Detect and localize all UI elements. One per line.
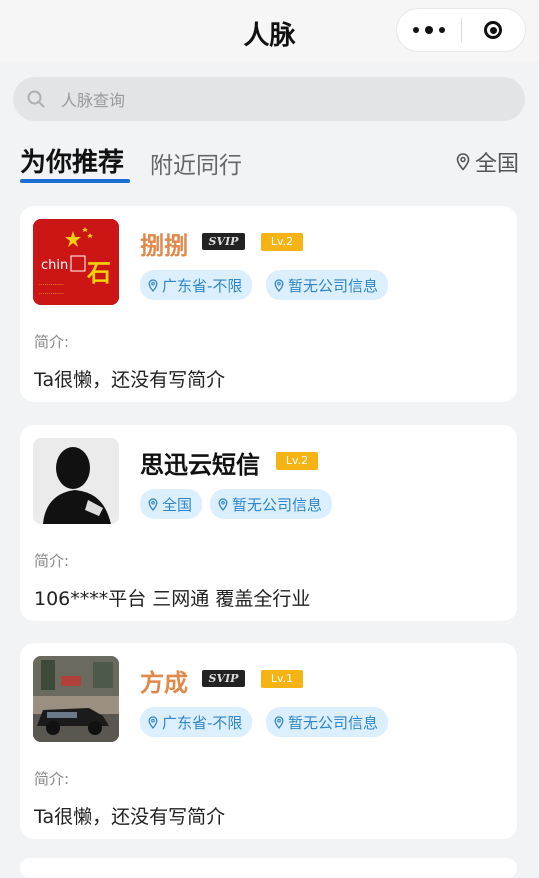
tag-label: 全国: [162, 495, 193, 514]
search-placeholder: 人脉查询: [61, 91, 126, 110]
company-tag: 暂无公司信息: [266, 270, 389, 300]
region-tag: 广东省-不限: [140, 270, 253, 300]
region-tag: 全国: [140, 489, 203, 519]
tab-bar: 为你推荐 附近同行 全国: [20, 140, 519, 186]
navigation-bar: 人脉: [0, 0, 539, 62]
street-car-avatar-image: [33, 656, 119, 742]
location-pin-icon: [274, 278, 284, 292]
level-badge: Lv.1: [261, 670, 303, 688]
location-pin-icon: [148, 715, 158, 729]
tag-label: 暂无公司信息: [288, 713, 379, 732]
search-icon: [27, 90, 45, 108]
intro-text: Ta很懒，还没有写简介: [34, 369, 226, 391]
location-label: 全国: [474, 152, 519, 177]
more-options-icon[interactable]: [397, 9, 461, 51]
location-pin-icon: [218, 497, 228, 511]
svg-text:·············: ·············: [39, 282, 64, 289]
search-input[interactable]: 人脉查询: [13, 77, 525, 121]
contact-card[interactable]: chin ············· ············· 石 捌捌 SV…: [20, 206, 517, 402]
tab-nearby[interactable]: 附近同行: [150, 146, 242, 180]
tab-recommend[interactable]: 为你推荐: [20, 142, 124, 179]
location-filter[interactable]: 全国: [456, 146, 519, 178]
tag-label: 暂无公司信息: [232, 495, 323, 514]
contact-card[interactable]: 方成 SVIP Lv.1 广东省-不限 暂无公司信息 简介: Ta很懒，还没有写…: [20, 643, 517, 839]
avatar: [33, 438, 119, 524]
contact-name: 捌捌: [140, 232, 188, 260]
intro-text: Ta很懒，还没有写简介: [34, 806, 226, 828]
contact-name: 方成: [140, 669, 188, 697]
company-tag: 暂无公司信息: [210, 489, 333, 519]
avatar: chin ············· ············· 石: [33, 219, 119, 305]
svg-text:chin: chin: [41, 258, 68, 273]
tag-label: 广东省-不限: [162, 713, 243, 732]
intro-label: 简介:: [34, 333, 70, 351]
close-miniprogram-icon[interactable]: [462, 9, 526, 51]
intro-label: 简介:: [34, 552, 70, 570]
level-badge: Lv.2: [276, 452, 318, 470]
tag-label: 广东省-不限: [162, 276, 243, 295]
company-tag: 暂无公司信息: [266, 707, 389, 737]
svip-badge: SVIP: [202, 670, 245, 687]
location-pin-icon: [274, 715, 284, 729]
contact-card[interactable]: 思迅云短信 Lv.2 全国 暂无公司信息 简介: 106****平台 三网通 覆…: [20, 425, 517, 621]
tag-label: 暂无公司信息: [288, 276, 379, 295]
svip-badge: SVIP: [202, 233, 245, 250]
location-pin-icon: [148, 497, 158, 511]
contact-name: 思迅云短信: [140, 451, 260, 479]
mini-program-capsule: [396, 8, 526, 52]
active-tab-indicator: [20, 179, 130, 183]
avatar: [33, 656, 119, 742]
location-pin-icon: [148, 278, 158, 292]
avatar-logo-text: 石: [87, 259, 111, 287]
contact-card[interactable]: [20, 858, 517, 878]
intro-label: 简介:: [34, 770, 70, 788]
region-tag: 广东省-不限: [140, 707, 253, 737]
svg-text:·············: ·············: [39, 291, 64, 298]
silhouette-avatar-image: [33, 438, 119, 524]
level-badge: Lv.2: [261, 233, 303, 251]
location-pin-icon: [456, 153, 470, 171]
intro-text: 106****平台 三网通 覆盖全行业: [34, 588, 311, 610]
